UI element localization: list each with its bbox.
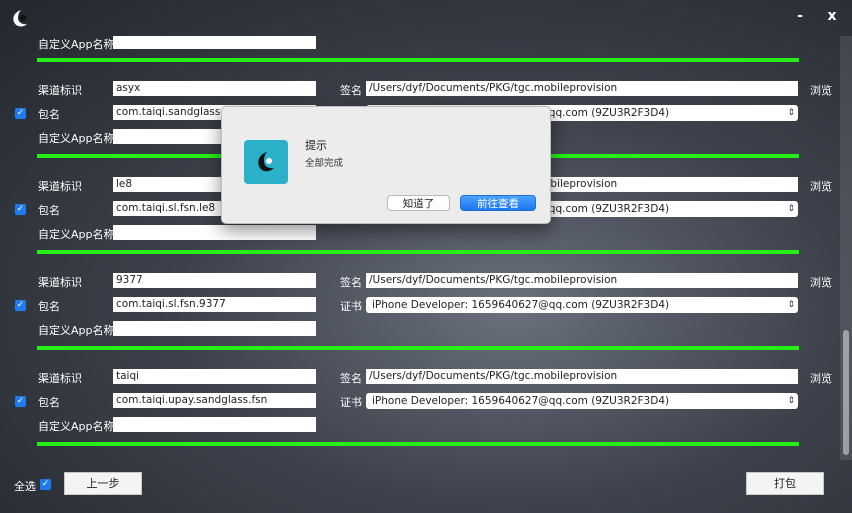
custom-app-name-input[interactable] [113,36,316,49]
row-checkbox[interactable]: ✓ [15,300,26,311]
separator-bar [37,442,799,446]
title-bar: - x [0,0,852,36]
signature-input[interactable]: /Users/dyf/Documents/PKG/tgc.mobileprovi… [366,273,798,288]
separator-bar [37,58,799,62]
channel-label: 渠道标识 [38,180,82,193]
scrollbar-thumb[interactable] [843,330,849,455]
package-label: 包名 [38,396,60,409]
dialog-message: 全部完成 [305,158,344,169]
close-button[interactable]: x [822,8,842,24]
certificate-select[interactable]: iPhone Developer: 1659640627@qq.com (9ZU… [366,393,798,409]
dialog-title: 提示 [305,139,327,152]
certificate-value: iPhone Developer: 1659640627@qq.com (9ZU… [372,299,670,311]
signature-input[interactable]: /Users/dyf/Documents/PKG/tgc.mobileprovi… [366,369,798,384]
browse-button[interactable]: 浏览 [810,82,832,98]
custom-app-name-input[interactable] [113,417,316,432]
chevron-updown-icon: ⇕ [787,204,795,214]
channel-label: 渠道标识 [38,372,82,385]
package-input[interactable]: com.taiqi.sl.fsn.9377 [113,297,316,312]
channel-list[interactable]: 自定义App名称 渠道标识 asyx 签名 /Users/dyf/Documen… [0,36,840,460]
browse-button[interactable]: 浏览 [810,178,832,194]
package-label: 包名 [38,204,60,217]
channel-label: 渠道标识 [38,276,82,289]
row-checkbox[interactable]: ✓ [15,396,26,407]
view-button[interactable]: 前往查看 [460,195,536,211]
certificate-value: iPhone Developer: 1659640627@qq.com (9ZU… [372,395,670,407]
channel-label: 渠道标识 [38,84,82,97]
channel-input[interactable]: 9377 [113,273,316,288]
package-label: 包名 [38,300,60,313]
custom-app-name-label: 自定义App名称 [38,228,115,241]
custom-app-name-label: 自定义App名称 [38,38,115,51]
package-input[interactable]: com.taiqi.upay.sandglass.fsn [113,393,316,408]
custom-app-name-label: 自定义App名称 [38,324,115,337]
app-icon [244,140,288,184]
custom-app-name-label: 自定义App名称 [38,132,115,145]
signature-label: 签名 [340,372,362,385]
app-logo-icon [258,152,274,172]
chevron-updown-icon: ⇕ [787,396,795,406]
custom-app-name-label: 自定义App名称 [38,420,115,433]
chevron-updown-icon: ⇕ [787,108,795,118]
custom-app-name-input[interactable] [113,225,316,240]
prev-step-button[interactable]: 上一步 [64,472,142,495]
signature-label: 签名 [340,276,362,289]
certificate-select[interactable]: iPhone Developer: 1659640627@qq.com (9ZU… [366,297,798,313]
row-checkbox[interactable]: ✓ [15,108,26,119]
package-label: 包名 [38,108,60,121]
separator-bar [37,250,799,254]
chevron-updown-icon: ⇕ [787,300,795,310]
alert-dialog: 提示 全部完成 知道了 前往查看 [221,106,551,224]
select-all-checkbox[interactable]: ✓ [40,479,51,490]
browse-button[interactable]: 浏览 [810,370,832,386]
row-checkbox[interactable]: ✓ [15,204,26,215]
channel-input[interactable]: asyx [113,81,316,96]
signature-label: 签名 [340,84,362,97]
certificate-label: 证书 [340,396,362,409]
select-all-label: 全选 [14,480,36,493]
browse-button[interactable]: 浏览 [810,274,832,290]
minimize-button[interactable]: - [790,8,810,24]
dismiss-button[interactable]: 知道了 [387,195,450,211]
channel-input[interactable]: taiqi [113,369,316,384]
signature-input[interactable]: /Users/dyf/Documents/PKG/tgc.mobileprovi… [366,81,798,96]
app-logo-icon [13,10,27,27]
pack-button[interactable]: 打包 [746,472,824,495]
certificate-label: 证书 [340,300,362,313]
separator-bar [37,346,799,350]
custom-app-name-input[interactable] [113,321,316,336]
